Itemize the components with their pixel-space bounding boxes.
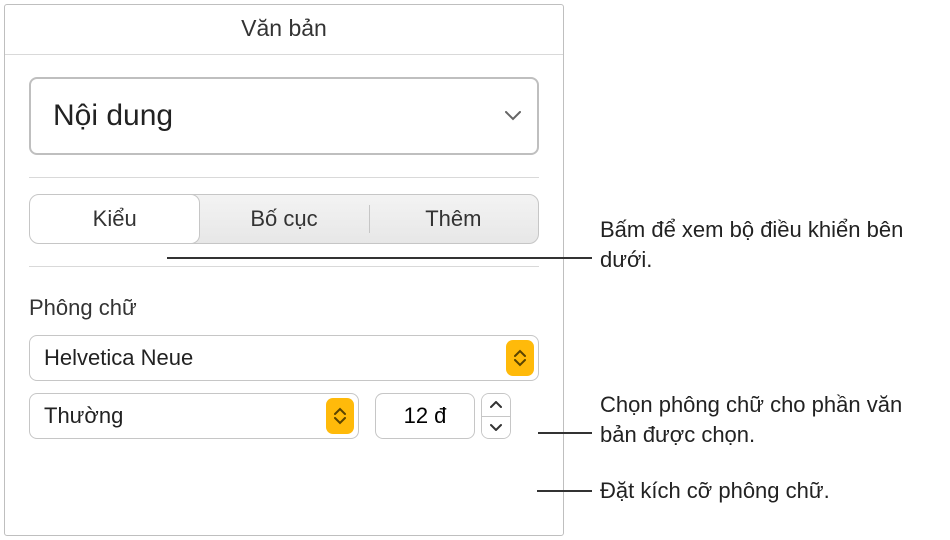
- stepper-buttons: [481, 393, 511, 439]
- font-size-stepper: 12 đ: [375, 393, 511, 439]
- updown-icon: [326, 398, 354, 434]
- chevron-up-icon: [490, 401, 502, 409]
- stepper-up-button[interactable]: [482, 394, 510, 416]
- chevron-down-icon: [490, 423, 502, 431]
- updown-icon: [506, 340, 534, 376]
- font-style-value: Thường: [44, 403, 326, 429]
- callout-font-size: Đặt kích cỡ phông chữ.: [600, 476, 930, 506]
- font-section-label: Phông chữ: [29, 295, 539, 321]
- font-family-popup[interactable]: Helvetica Neue: [29, 335, 539, 381]
- tab-style[interactable]: Kiểu: [30, 195, 199, 243]
- text-inspector-panel: Văn bản Nội dung Kiểu Bố cục Thêm Phông …: [4, 4, 564, 536]
- font-size-input[interactable]: 12 đ: [375, 393, 475, 439]
- panel-title: Văn bản: [5, 5, 563, 55]
- callout-line: [167, 257, 592, 259]
- format-segmented-control: Kiểu Bố cục Thêm: [29, 194, 539, 244]
- chevron-down-icon: [505, 111, 521, 121]
- tab-layout[interactable]: Bố cục: [199, 195, 368, 243]
- callout-font-family: Chọn phông chữ cho phần văn bản được chọ…: [600, 390, 940, 449]
- paragraph-style-popup[interactable]: Nội dung: [29, 77, 539, 155]
- callout-line: [537, 490, 592, 492]
- font-family-value: Helvetica Neue: [44, 345, 506, 371]
- divider: [29, 266, 539, 267]
- paragraph-style-label: Nội dung: [53, 99, 173, 133]
- font-style-popup[interactable]: Thường: [29, 393, 359, 439]
- tab-more[interactable]: Thêm: [369, 195, 538, 243]
- callout-line: [538, 432, 592, 434]
- font-size-value: 12 đ: [404, 403, 447, 429]
- callout-segmented: Bấm để xem bộ điều khiển bên dưới.: [600, 215, 920, 274]
- stepper-down-button[interactable]: [482, 416, 510, 439]
- divider: [29, 177, 539, 178]
